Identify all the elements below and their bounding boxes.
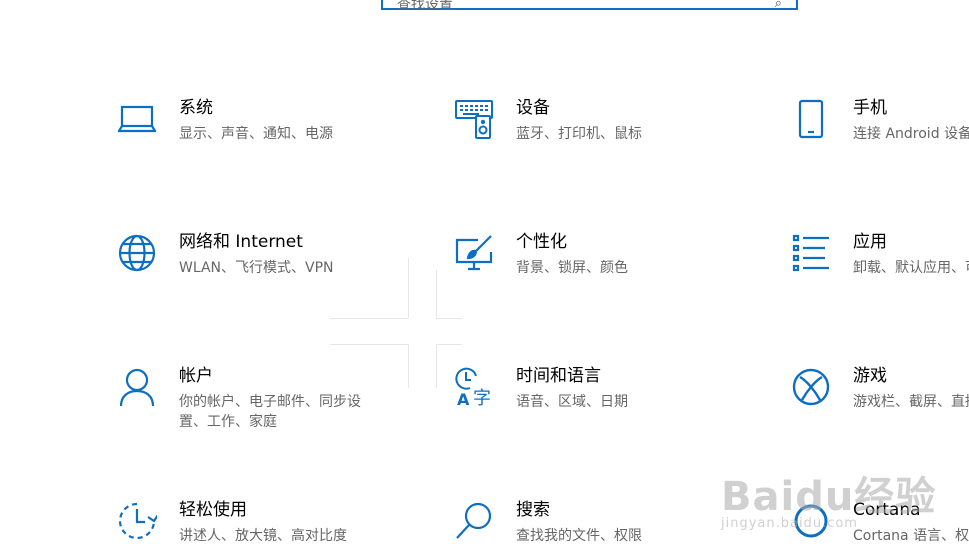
tile-description: WLAN、飞行模式、VPN [179, 260, 334, 276]
tile-personalization[interactable]: 个性化 背景、锁屏、颜色 [452, 231, 772, 311]
decor-line [436, 318, 462, 319]
search-placeholder: 查找设置 [397, 0, 453, 13]
tile-gaming[interactable]: 游戏 游戏栏、截屏、直播、游戏模式 [789, 365, 969, 445]
tile-title: 帐户 [179, 366, 213, 386]
tile-apps[interactable]: 应用 卸载、默认应用、可选功能 [789, 231, 969, 311]
tile-accounts[interactable]: 帐户 你的帐户、电子邮件、同步设 置、工作、家庭 [115, 365, 435, 445]
tile-description: 查找我的文件、权限 [516, 528, 642, 544]
tile-description: 卸载、默认应用、可选功能 [853, 260, 969, 276]
tile-description: 蓝牙、打印机、鼠标 [516, 126, 642, 142]
person-icon [115, 365, 159, 409]
tile-time-language[interactable]: A 字 时间和语言 语音、区域、日期 [452, 365, 772, 445]
tile-description: 游戏栏、截屏、直播、游戏模式 [853, 394, 969, 410]
tile-ease-of-access[interactable]: 轻松使用 讲述人、放大镜、高对比度 [115, 499, 435, 554]
xbox-icon [789, 365, 833, 409]
tile-devices[interactable]: 设备 蓝牙、打印机、鼠标 [452, 97, 772, 177]
decor-line [436, 344, 437, 388]
tile-system[interactable]: 系统 显示、声音、通知、电源 [115, 97, 435, 177]
phone-icon [789, 97, 833, 141]
tile-description: 讲述人、放大镜、高对比度 [179, 528, 347, 544]
tile-title: Cortana [853, 500, 921, 520]
tile-description: 连接 Android 设备和 iPhone [853, 126, 969, 142]
tile-title: 时间和语言 [516, 366, 601, 386]
time-language-icon: A 字 [452, 365, 496, 409]
decor-line [330, 318, 408, 319]
tile-network[interactable]: 网络和 Internet WLAN、飞行模式、VPN [115, 231, 435, 311]
personalization-icon [452, 231, 496, 275]
tile-description: Cortana 语言、权限、通知 [853, 528, 969, 544]
svg-text:A: A [457, 390, 470, 407]
apps-list-icon [789, 231, 833, 275]
settings-page: 查找设置 ⌕ 系统 显示、声音、通知、电源 设备 蓝牙、打印机、鼠标 手机 连接… [0, 0, 969, 554]
search-icon [452, 499, 496, 543]
cortana-icon [789, 499, 833, 543]
decor-line [330, 344, 408, 345]
tile-description: 你的帐户、电子邮件、同步设 [179, 394, 361, 410]
laptop-icon [115, 97, 159, 141]
tile-title: 搜索 [516, 500, 550, 520]
tile-title: 游戏 [853, 366, 887, 386]
search-box-icon: ⌕ [774, 0, 782, 11]
tile-title: 应用 [853, 232, 887, 252]
tile-search[interactable]: 搜索 查找我的文件、权限 [452, 499, 772, 554]
tile-title: 设备 [516, 98, 550, 118]
ease-of-access-icon [115, 499, 159, 543]
tile-title: 轻松使用 [179, 500, 247, 520]
tile-description: 显示、声音、通知、电源 [179, 126, 333, 142]
tile-title: 网络和 Internet [179, 232, 303, 252]
tile-description-line2: 置、工作、家庭 [179, 414, 277, 430]
tile-description: 背景、锁屏、颜色 [516, 260, 628, 276]
decor-line [436, 270, 437, 318]
tile-title: 个性化 [516, 232, 567, 252]
tile-title: 系统 [179, 98, 213, 118]
tile-cortana[interactable]: Cortana Cortana 语言、权限、通知 [789, 499, 969, 554]
tile-phone[interactable]: 手机 连接 Android 设备和 iPhone [789, 97, 969, 177]
svg-text:字: 字 [473, 388, 491, 407]
tile-description: 语音、区域、日期 [516, 394, 628, 410]
tile-title: 手机 [853, 98, 887, 118]
globe-icon [115, 231, 159, 275]
settings-search-box[interactable]: 查找设置 ⌕ [381, 0, 798, 13]
devices-icon [452, 97, 496, 141]
decor-line [436, 344, 462, 345]
